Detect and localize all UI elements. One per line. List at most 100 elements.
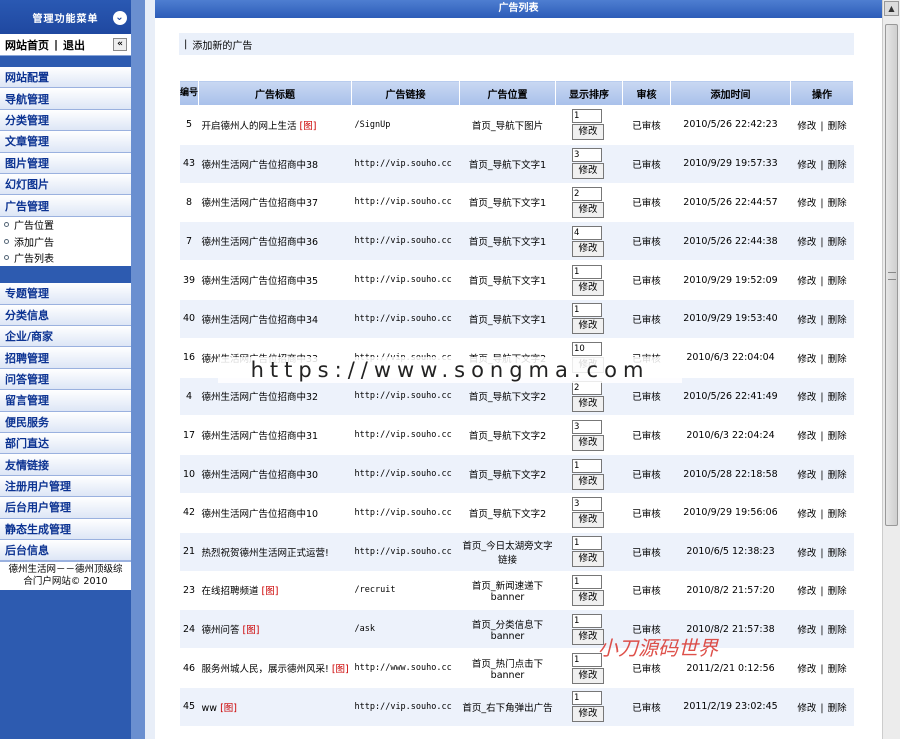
sidebar-item[interactable]: 留言管理 — [0, 390, 131, 412]
sort-update-button[interactable]: 修改 — [572, 240, 604, 257]
edit-link[interactable]: 修改 — [797, 392, 816, 403]
cell-ops: 修改 | 删除 — [790, 648, 854, 688]
sidebar-subitem[interactable]: 广告列表 — [0, 249, 131, 267]
sort-input[interactable]: 1 — [572, 303, 602, 318]
sort-update-button[interactable]: 修改 — [572, 201, 604, 218]
sort-input[interactable]: 3 — [572, 497, 602, 512]
delete-link[interactable]: 删除 — [828, 664, 847, 675]
sidebar-item[interactable]: 专题管理 — [0, 283, 131, 305]
collapse-icon[interactable]: « — [113, 38, 127, 51]
edit-link[interactable]: 修改 — [797, 470, 816, 481]
sidebar-item[interactable]: 分类管理 — [0, 109, 131, 132]
cell-id: 24 — [179, 609, 199, 650]
sort-update-button[interactable]: 修改 — [572, 163, 604, 180]
sort-input[interactable]: 3 — [572, 419, 602, 434]
delete-link[interactable]: 删除 — [828, 625, 847, 636]
edit-link[interactable]: 修改 — [797, 198, 816, 209]
sort-input[interactable]: 1 — [572, 574, 602, 589]
edit-link[interactable]: 修改 — [797, 237, 816, 248]
delete-link[interactable]: 删除 — [828, 315, 847, 326]
sort-input[interactable]: 2 — [572, 186, 602, 201]
delete-link[interactable]: 删除 — [828, 198, 847, 209]
sort-update-button[interactable]: 修改 — [572, 551, 604, 568]
delete-link[interactable]: 删除 — [828, 509, 847, 520]
edit-link[interactable]: 修改 — [797, 431, 816, 442]
sidebar-subitem[interactable]: 广告位置 — [0, 216, 131, 234]
sidebar-subitem[interactable]: 添加广告 — [0, 233, 131, 250]
sidebar-item[interactable]: 后台信息 — [0, 539, 131, 562]
sidebar-item[interactable]: 图片管理 — [0, 152, 131, 174]
edit-link[interactable]: 修改 — [797, 276, 816, 287]
sort-update-button[interactable]: 修改 — [572, 124, 604, 141]
sort-update-button[interactable]: 修改 — [572, 667, 604, 684]
delete-link[interactable]: 删除 — [828, 470, 847, 481]
scroll-thumb[interactable] — [885, 24, 898, 526]
delete-link[interactable]: 删除 — [828, 160, 847, 171]
cell-position: 首页_导航下文字1 — [459, 260, 556, 300]
delete-link[interactable]: 删除 — [828, 548, 847, 559]
sort-input[interactable]: 1 — [572, 109, 602, 124]
delete-link[interactable]: 删除 — [828, 586, 847, 597]
delete-link[interactable]: 删除 — [828, 276, 847, 287]
sort-update-button[interactable]: 修改 — [572, 512, 604, 529]
edit-link[interactable]: 修改 — [797, 315, 816, 326]
sidebar-item[interactable]: 网站配置 — [0, 67, 131, 89]
sidebar-item[interactable]: 分类信息 — [0, 304, 131, 327]
sidebar-item[interactable]: 部门直达 — [0, 432, 131, 455]
edit-link[interactable]: 修改 — [797, 625, 816, 636]
delete-link[interactable]: 删除 — [828, 121, 847, 132]
sort-input[interactable]: 1 — [572, 691, 602, 706]
sort-update-button[interactable]: 修改 — [572, 434, 604, 451]
sort-input[interactable]: 1 — [572, 536, 602, 551]
sidebar-item[interactable]: 友情链接 — [0, 454, 131, 476]
delete-link[interactable]: 删除 — [828, 392, 847, 403]
edit-link[interactable]: 修改 — [797, 121, 816, 132]
edit-link[interactable]: 修改 — [797, 509, 816, 520]
sort-update-button[interactable]: 修改 — [572, 706, 604, 723]
edit-link[interactable]: 修改 — [797, 703, 816, 714]
edit-link[interactable]: 修改 — [797, 586, 816, 597]
edit-link[interactable]: 修改 — [797, 160, 816, 171]
chevron-down-icon[interactable]: ⌄ — [113, 11, 127, 25]
sidebar-item[interactable]: 招聘管理 — [0, 347, 131, 369]
sort-update-button[interactable]: 修改 — [572, 279, 604, 296]
sidebar-item[interactable]: 企业/商家 — [0, 326, 131, 348]
sort-update-button[interactable]: 修改 — [572, 473, 604, 490]
logout-link[interactable]: 退出 — [63, 37, 85, 53]
sort-input[interactable]: 10 — [572, 342, 602, 357]
sidebar-item-ads[interactable]: 广告管理 — [0, 195, 131, 217]
sort-input[interactable]: 3 — [572, 148, 602, 163]
delete-link[interactable]: 删除 — [828, 237, 847, 248]
sort-input[interactable]: 4 — [572, 225, 602, 240]
edit-link[interactable]: 修改 — [797, 664, 816, 675]
sort-update-button[interactable]: 修改 — [572, 318, 604, 335]
edit-link[interactable]: 修改 — [797, 548, 816, 559]
sidebar-item[interactable]: 问答管理 — [0, 368, 131, 391]
sidebar-item[interactable]: 注册用户管理 — [0, 475, 131, 498]
table-row: 42 德州生活网广告位招商中10 http://vip.souho.cc 首页_导航下… — [179, 493, 854, 533]
sidebar-item[interactable]: 静态生成管理 — [0, 518, 131, 540]
ad-title: 服务州城人民，展示德州风采! — [201, 664, 329, 676]
edit-link[interactable]: 修改 — [797, 354, 816, 365]
delete-link[interactable]: 删除 — [828, 354, 847, 365]
sidebar-item[interactable]: 导航管理 — [0, 88, 131, 110]
cell-position: 首页_导航下文字2 — [459, 454, 556, 494]
scroll-up-icon[interactable]: ▲ — [884, 1, 899, 16]
sidebar-item[interactable]: 便民服务 — [0, 411, 131, 433]
sort-update-button[interactable]: 修改 — [572, 589, 604, 606]
delete-link[interactable]: 删除 — [828, 703, 847, 714]
sort-input[interactable]: 1 — [572, 264, 602, 279]
sort-input[interactable]: 1 — [572, 613, 602, 628]
add-ad-link[interactable]: 添加新的广告 — [192, 37, 252, 52]
sort-input[interactable]: 1 — [572, 458, 602, 473]
cell-sort: 3 修改 — [555, 144, 623, 184]
scrollbar[interactable]: ▲ — [882, 0, 900, 739]
sort-update-button[interactable]: 修改 — [572, 395, 604, 412]
home-link[interactable]: 网站首页 — [5, 37, 49, 53]
delete-link[interactable]: 删除 — [828, 431, 847, 442]
sidebar-item[interactable]: 文章管理 — [0, 131, 131, 153]
cell-time: 2010/6/5 12:38:23 — [670, 532, 791, 572]
sort-input[interactable]: 2 — [572, 380, 602, 395]
sidebar-item[interactable]: 后台用户管理 — [0, 497, 131, 519]
sidebar-item[interactable]: 幻灯图片 — [0, 173, 131, 196]
